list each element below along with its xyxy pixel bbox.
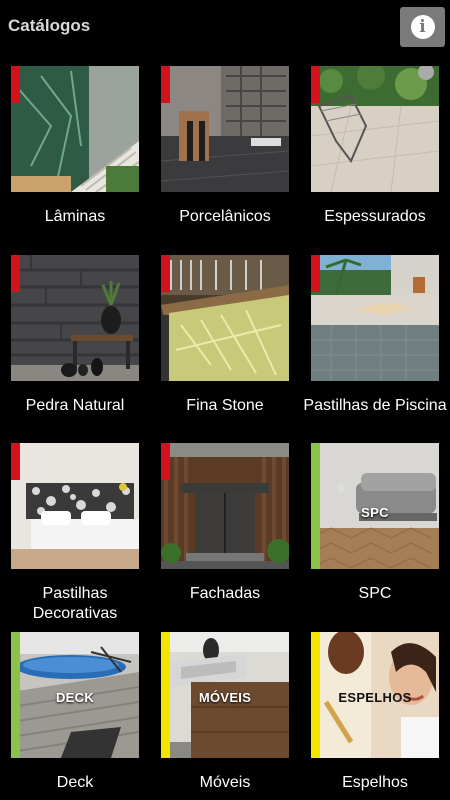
catalog-image-spc: SPC: [311, 443, 439, 569]
catalog-label: Deck: [56, 774, 94, 791]
red-accent-bar: [161, 255, 170, 292]
info-button[interactable]: i: [400, 7, 445, 47]
red-accent-bar: [311, 255, 320, 292]
catalog-label: Pastilhas de Piscina: [303, 397, 447, 414]
red-accent-bar: [161, 66, 170, 103]
catalog-image-espessurados: [311, 66, 439, 192]
catalog-overlay-label: MÓVEIS: [198, 690, 252, 705]
catalog-image-fachadas: [161, 443, 289, 569]
catalog-overlay-label: DECK: [55, 690, 95, 705]
catalog-label: Fachadas: [189, 585, 261, 602]
catalog-label-text: Pastilhas Decorativas: [32, 585, 118, 622]
catalog-label: Porcelânicos: [179, 208, 271, 225]
catalog-label: SPC: [358, 585, 392, 602]
red-accent-bar: [311, 66, 320, 103]
red-accent-bar: [11, 443, 20, 480]
catalog-image-laminas: [11, 66, 139, 192]
page-title: Catálogos: [8, 16, 91, 35]
catalog-label: Espessurados: [324, 208, 426, 225]
catalog-label: Móveis: [199, 774, 251, 791]
catalog-image-moveis: MÓVEIS: [161, 632, 289, 758]
catalog-label: Fina Stone: [186, 397, 264, 414]
red-accent-bar: [11, 66, 20, 103]
catalog-image-pastilhas-piscina: [311, 255, 439, 381]
catalog-image-pastilhas-decorativas: [11, 443, 139, 569]
catalog-overlay-label: SPC: [361, 505, 389, 520]
catalog-image-espelhos: ESPELHOS: [311, 632, 439, 758]
catalog-label: Espelhos: [342, 774, 408, 791]
red-accent-bar: [161, 443, 170, 480]
catalog-image-porcelanicos: [161, 66, 289, 192]
catalog-label: Pedra Natural: [25, 397, 125, 414]
catalog-image-deck: DECK: [11, 632, 139, 758]
app-header: Catálogos i: [0, 0, 450, 56]
catalog-label: Pastilhas Decorativas: [0, 584, 151, 624]
info-icon: i: [410, 15, 435, 39]
catalog-overlay-label: ESPELHOS: [338, 690, 412, 705]
red-accent-bar: [11, 255, 20, 292]
catalog-image-fina-stone: [161, 255, 289, 381]
catalog-label: Lâminas: [44, 208, 106, 225]
catalog-image-pedra-natural: [11, 255, 139, 381]
